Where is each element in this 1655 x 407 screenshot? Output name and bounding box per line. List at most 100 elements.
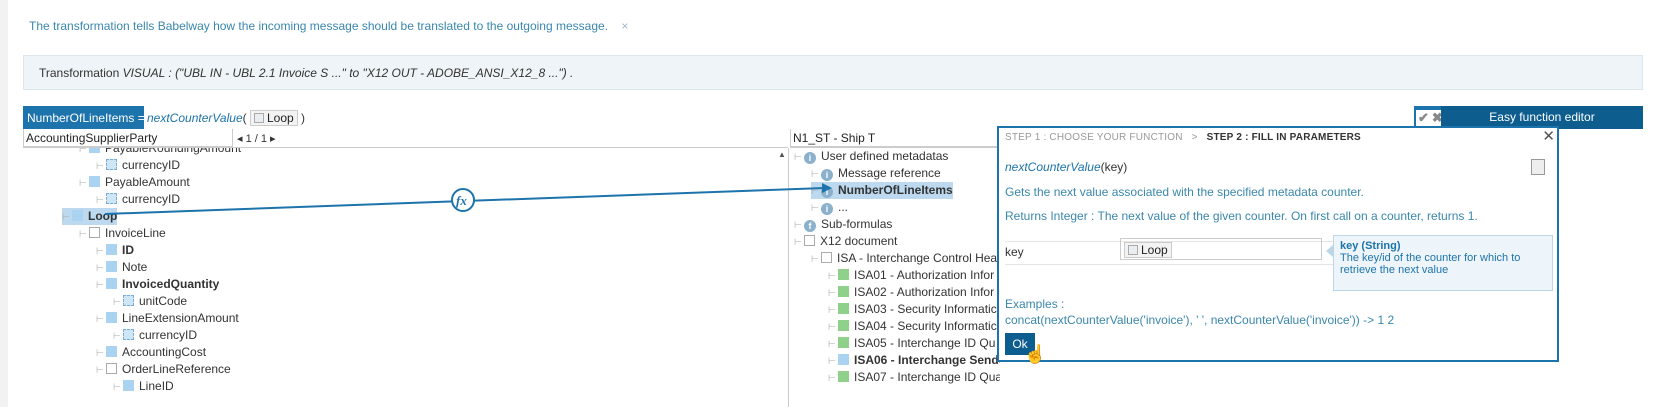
tree-row-label: InvoicedQuantity — [122, 277, 220, 291]
expander-icon[interactable]: ⊢ — [96, 192, 106, 209]
info-node-icon: i — [821, 169, 833, 181]
right-search-input[interactable] — [790, 129, 1000, 147]
attribute-node-icon — [123, 295, 134, 306]
expander-icon[interactable]: ⊢ — [62, 209, 72, 226]
tree-row[interactable]: ⊢ f Sub-formulas — [794, 216, 892, 233]
close-icon[interactable]: ✕ — [1542, 127, 1555, 145]
tree-row[interactable]: ⊢ InvoiceLine — [79, 225, 166, 242]
step2-label: STEP 2 : FILL IN PARAMETERS — [1206, 132, 1361, 143]
expander-icon[interactable]: ⊢ — [828, 319, 838, 336]
tree-row[interactable]: ⊢ Loop — [62, 208, 118, 226]
info-text: The transformation tells Babelway how th… — [29, 19, 608, 33]
tree-row[interactable]: ⊢ currencyID — [96, 157, 180, 174]
expander-icon[interactable]: ⊢ — [96, 345, 106, 362]
function-params: (key) — [1100, 160, 1128, 174]
tree-row[interactable]: ⊢ currencyID — [96, 191, 180, 208]
expander-icon[interactable]: ⊢ — [79, 148, 89, 158]
expander-icon[interactable]: ⊢ — [96, 243, 106, 260]
expander-icon[interactable]: ⊢ — [96, 260, 106, 277]
tree-row-label: currencyID — [122, 158, 181, 172]
tree-row[interactable]: ⊢ ISA06 - Interchange Sende — [828, 352, 1000, 369]
tree-row[interactable]: ⊢ ISA04 - Security Informatic — [828, 318, 997, 335]
tree-row-label: ISA04 - Security Informatic — [854, 319, 997, 333]
expander-icon[interactable]: ⊢ — [96, 362, 106, 379]
tree-row-label: ISA05 - Interchange ID Qu — [854, 336, 996, 350]
expander-icon[interactable]: ⊢ — [828, 285, 838, 302]
tree-row[interactable]: ⊢ ISA07 - Interchange ID Qualifier — [828, 369, 1000, 386]
tree-row[interactable]: ⊢ LineExtensionAmount — [96, 310, 239, 327]
tree-row[interactable]: ⊢ ISA03 - Security Informatic — [828, 301, 997, 318]
param-key-input[interactable]: Loop — [1120, 238, 1322, 260]
tree-row[interactable]: ⊢ InvoicedQuantity — [96, 276, 219, 293]
tooltip-text: The key/id of the counter for which to r… — [1340, 252, 1521, 276]
expander-icon[interactable]: ⊢ — [794, 217, 804, 234]
element-node-icon — [89, 148, 100, 153]
output-tree: ⊢ i User defined metadatas ⊢ i Message refere… — [790, 148, 1000, 407]
expander-icon[interactable]: ⊢ — [811, 251, 821, 268]
copy-icon[interactable] — [1531, 159, 1545, 175]
check-icon[interactable]: ✔ — [1418, 110, 1429, 126]
expander-icon[interactable]: ⊢ — [794, 149, 804, 166]
element-node-icon — [123, 380, 134, 391]
function-name: nextCounterValue — [1005, 160, 1101, 174]
expander-icon[interactable]: ⊢ — [828, 302, 838, 319]
tree-row[interactable]: ⊢ i... — [811, 199, 848, 216]
tree-row-label: currencyID — [139, 328, 198, 342]
tree-row[interactable]: ⊢ i NumberOfLineItems — [811, 182, 953, 199]
transformation-value: VISUAL : ("UBL IN - UBL 2.1 Invoice S ..… — [122, 66, 574, 80]
param-key-label: key — [1005, 245, 1024, 259]
formula-close-paren: ) — [301, 111, 306, 125]
expander-icon[interactable]: ⊢ — [811, 200, 821, 217]
tree-row[interactable]: ⊢ ISA05 - Interchange ID Qu — [828, 335, 995, 352]
expander-icon[interactable]: ⊢ — [79, 226, 89, 243]
expander-icon[interactable]: ⊢ — [79, 175, 89, 192]
tree-row[interactable]: ⊢ ISA01 - Authorization Infor — [828, 267, 994, 284]
expander-icon[interactable]: ⊢ — [828, 370, 838, 387]
expander-icon[interactable]: ⊢ — [96, 311, 106, 328]
scroll-up-arrow-icon[interactable]: ▲ — [778, 150, 786, 159]
tree-row[interactable]: ⊢ AccountingCost — [96, 344, 206, 361]
tree-row[interactable]: ⊢ LineID — [113, 378, 174, 395]
tree-row[interactable]: ⊢ i User defined metadatas — [794, 148, 948, 165]
node-icon — [253, 113, 264, 123]
tree-row-label: User defined metadatas — [821, 149, 949, 163]
tree-row[interactable]: ⊢ OrderLineReference — [96, 361, 231, 378]
tree-row[interactable]: ⊢ ISA02 - Authorization Infor — [828, 284, 994, 301]
tree-row-label: ISA06 - Interchange Sende — [854, 353, 1000, 367]
expander-icon[interactable]: ⊢ — [828, 336, 838, 353]
tree-row[interactable]: ⊢ PayableAmount — [79, 174, 190, 191]
tree-row[interactable]: ⊢ PayableRoundingAmount — [79, 148, 241, 157]
tree-row[interactable]: ⊢ ID — [96, 242, 134, 259]
tree-row[interactable]: ⊢ ISA - Interchange Control Hea — [811, 250, 997, 267]
tree-row-label: unitCode — [139, 294, 188, 308]
input-tree: ⊢ PayableRoundingAmount ⊢ currencyID ⊢ Payabl… — [23, 148, 775, 407]
expander-icon[interactable]: ⊢ — [828, 268, 838, 285]
tree-row[interactable]: ⊢ currencyID — [113, 327, 197, 344]
expander-icon[interactable]: ⊢ — [96, 158, 106, 175]
expander-icon[interactable]: ⊢ — [794, 234, 804, 251]
element-node-icon — [838, 286, 849, 297]
formula-argument-label: Loop — [266, 111, 294, 125]
tree-row[interactable]: ⊢ X12 document — [794, 233, 897, 250]
tree-row[interactable]: ⊢ unitCode — [113, 293, 187, 310]
expander-icon[interactable]: ⊢ — [113, 328, 123, 345]
info-close-icon[interactable]: × — [621, 19, 628, 33]
tree-row[interactable]: ⊢ i Message reference — [811, 165, 941, 182]
left-search-input[interactable] — [23, 129, 233, 147]
left-pager[interactable]: ◂ 1 / 1 ▸ — [237, 132, 276, 145]
babelway-transformation-editor: The transformation tells Babelway how th… — [0, 0, 1655, 407]
element-node-icon — [821, 252, 832, 263]
formula-open-paren: ( — [242, 111, 247, 125]
tree-row[interactable]: ⊢ Note — [96, 259, 147, 276]
tree-row-label: InvoiceLine — [105, 226, 166, 240]
expander-icon[interactable]: ⊢ — [113, 294, 123, 311]
expander-icon[interactable]: ⊢ — [811, 166, 821, 183]
element-node-icon — [838, 320, 849, 331]
expander-icon[interactable]: ⊢ — [113, 379, 123, 396]
element-node-icon — [106, 278, 117, 289]
expander-icon[interactable]: ⊢ — [828, 353, 838, 370]
expander-icon[interactable]: ⊢ — [811, 183, 821, 200]
step1-link[interactable]: STEP 1 : CHOOSE YOUR FUNCTION — [1005, 132, 1183, 143]
formula-argument-chip[interactable]: Loop — [249, 110, 298, 126]
expander-icon[interactable]: ⊢ — [96, 277, 106, 294]
